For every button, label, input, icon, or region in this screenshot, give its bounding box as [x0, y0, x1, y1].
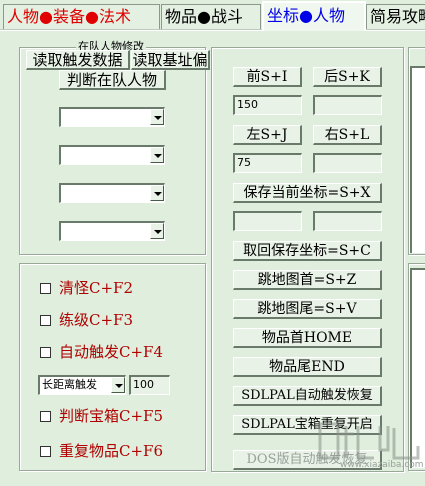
lianji-label: 练级C+F3 [59, 311, 133, 329]
chevron-down-icon[interactable] [111, 377, 125, 393]
tab-text: 人物 [7, 7, 40, 26]
auto-trigger-checkbox[interactable] [40, 347, 51, 358]
front-value-input[interactable]: 150 [233, 95, 302, 115]
jump-map-first-button[interactable]: 跳地图首=S+Z [233, 270, 382, 290]
move-right-button[interactable]: 右S+L [313, 125, 382, 145]
move-back-button[interactable]: 后S+K [313, 67, 382, 87]
chevron-down-icon[interactable] [150, 223, 164, 239]
dot-icon: ● [85, 7, 99, 26]
treasure-label: 判断宝箱C+F5 [59, 407, 163, 425]
party-member-select-4[interactable] [59, 221, 165, 241]
party-member-select-1[interactable] [59, 107, 165, 127]
download-logo-icon [318, 422, 420, 460]
read-trigger-data-button[interactable]: 读取触发数据 [26, 50, 130, 70]
saved-coord-a-input[interactable] [233, 211, 302, 231]
tab-bar: 人物●装备●法术 物品●战斗 坐标●人物 简易攻略 [0, 0, 425, 31]
tab-text: 法术 [98, 7, 131, 26]
restore-coordinate-button[interactable]: 取回保存坐标=S+C [233, 241, 382, 261]
party-member-select-2[interactable] [59, 145, 165, 165]
auto-trigger-label: 自动触发C+F4 [59, 343, 163, 361]
tab-character-equipment-magic[interactable]: 人物●装备●法术 [3, 4, 160, 30]
tab-simple-guide[interactable]: 简易攻略 [366, 4, 425, 30]
qingguai-checkbox[interactable] [40, 283, 51, 294]
back-value-input[interactable] [313, 95, 382, 115]
save-coordinate-button[interactable]: 保存当前坐标=S+X [233, 183, 382, 203]
item-last-button[interactable]: 物品尾END [233, 357, 382, 377]
tab-text: 物品 [165, 7, 198, 26]
treasure-checkbox[interactable] [40, 411, 51, 422]
dot-icon: ● [299, 6, 313, 25]
repeat-item-label: 重复物品C+F6 [59, 442, 163, 460]
character-list[interactable] [410, 66, 425, 253]
trigger-distance-value: 长距离触发 [42, 378, 97, 391]
tab-text: 装备 [52, 7, 85, 26]
dot-icon: ● [197, 7, 211, 26]
repeat-item-checkbox[interactable] [40, 446, 51, 457]
item-first-button[interactable]: 物品首HOME [233, 328, 382, 348]
watermark-url: www.xiazaiba.com [340, 460, 424, 470]
trigger-distance-select[interactable]: 长距离触发 [38, 375, 126, 395]
tab-text: 人物 [312, 6, 345, 25]
tab-text: 坐标 [267, 6, 300, 25]
jump-map-last-button[interactable]: 跳地图尾=S+V [233, 299, 382, 319]
read-base-offset-button[interactable]: 读取基址偏 [131, 50, 210, 70]
saved-coord-b-input[interactable] [313, 211, 382, 231]
dot-icon: ● [39, 7, 53, 26]
tab-text: 战斗 [210, 7, 243, 26]
sdlpal-auto-trigger-button[interactable]: SDLPAL自动触发恢复 [233, 386, 382, 406]
chevron-down-icon[interactable] [150, 185, 164, 201]
right-value-input[interactable] [313, 153, 382, 173]
tab-item-battle[interactable]: 物品●战斗 [161, 4, 261, 30]
lianji-checkbox[interactable] [40, 315, 51, 326]
judge-party-button[interactable]: 判断在队人物 [59, 70, 166, 90]
qingguai-label: 清怪C+F2 [59, 279, 133, 297]
trigger-distance-input[interactable]: 100 [129, 375, 170, 395]
chevron-down-icon[interactable] [150, 147, 164, 163]
move-left-button[interactable]: 左S+J [233, 125, 302, 145]
party-member-select-3[interactable] [59, 183, 165, 203]
tab-coordinate-character[interactable]: 坐标●人物 [262, 1, 366, 31]
left-value-input[interactable]: 75 [233, 153, 302, 173]
chevron-down-icon[interactable] [150, 109, 164, 125]
move-front-button[interactable]: 前S+I [233, 67, 302, 87]
tab-text: 简易攻略 [370, 7, 425, 26]
